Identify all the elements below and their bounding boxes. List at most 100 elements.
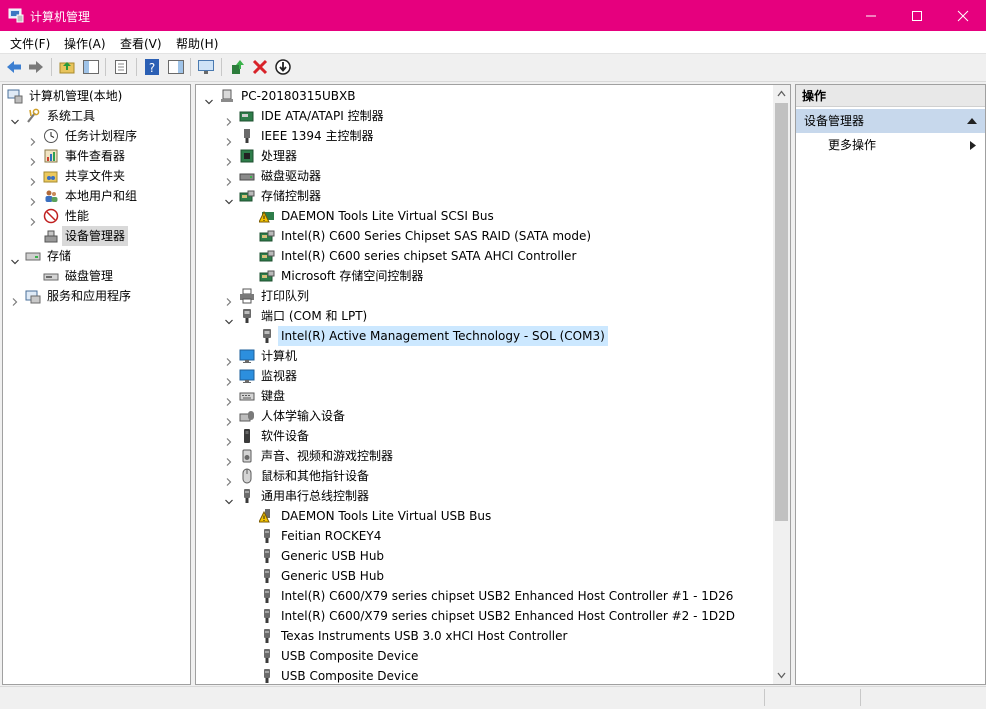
close-button[interactable]	[940, 0, 986, 31]
device-tree-item[interactable]: 处理器	[196, 146, 773, 166]
device-tree-item[interactable]: DAEMON Tools Lite Virtual USB Bus	[196, 506, 773, 526]
device-tree-item-label: 处理器	[261, 149, 298, 163]
device-tree-item-label: 声音、视频和游戏控制器	[261, 449, 394, 463]
collapsed-chevron-icon[interactable]	[225, 292, 233, 306]
device-tree-item[interactable]: 监视器	[196, 366, 773, 386]
device-tree-item[interactable]: 打印队列	[196, 286, 773, 306]
collapsed-chevron-icon[interactable]	[225, 392, 233, 406]
device-tree-item[interactable]: Intel(R) C600 Series Chipset SAS RAID (S…	[196, 226, 773, 246]
console-tree-item[interactable]: 计算机管理(本地)	[3, 86, 190, 106]
menu-view[interactable]: 查看(V)	[120, 35, 162, 52]
console-tree-item[interactable]: 服务和应用程序	[3, 286, 190, 306]
device-tree-item[interactable]: 存储控制器	[196, 186, 773, 206]
device-tree-item[interactable]: Generic USB Hub	[196, 566, 773, 586]
minimize-button[interactable]	[848, 0, 894, 31]
collapsed-chevron-icon[interactable]	[29, 132, 37, 146]
vertical-scrollbar[interactable]	[773, 85, 790, 684]
device-tree-item[interactable]: 磁盘驱动器	[196, 166, 773, 186]
menu-file[interactable]: 文件(F)	[10, 35, 50, 52]
ide-controller-icon	[239, 108, 255, 124]
device-tree-item[interactable]: Texas Instruments USB 3.0 xHCI Host Cont…	[196, 626, 773, 646]
expanded-chevron-icon[interactable]	[205, 92, 213, 105]
collapsed-chevron-icon[interactable]	[225, 412, 233, 426]
device-tree-item[interactable]: 人体学输入设备	[196, 406, 773, 426]
device-tree-item[interactable]: 计算机	[196, 346, 773, 366]
scroll-down-icon[interactable]	[777, 671, 786, 680]
disk-management-icon	[43, 268, 59, 284]
collapsed-chevron-icon[interactable]	[225, 152, 233, 166]
console-tree-item[interactable]: 存储	[3, 246, 190, 266]
console-tree-item[interactable]: 共享文件夹	[3, 166, 190, 186]
show-hide-tree-icon[interactable]	[82, 58, 100, 76]
up-folder-icon[interactable]	[58, 58, 76, 76]
collapsed-chevron-icon[interactable]	[29, 152, 37, 166]
forward-icon[interactable]	[27, 58, 45, 76]
expanded-chevron-icon[interactable]	[225, 492, 233, 505]
collapsed-chevron-icon[interactable]	[29, 212, 37, 226]
update-driver-icon[interactable]	[228, 58, 246, 76]
device-tree-item[interactable]: USB Composite Device	[196, 646, 773, 666]
collapsed-chevron-icon[interactable]	[225, 172, 233, 186]
collapsed-chevron-icon[interactable]	[225, 432, 233, 446]
console-tree-item[interactable]: 事件查看器	[3, 146, 190, 166]
device-tree-item[interactable]: 软件设备	[196, 426, 773, 446]
uninstall-device-icon[interactable]	[251, 58, 269, 76]
collapsed-chevron-icon[interactable]	[225, 372, 233, 386]
device-tree-item[interactable]: IDE ATA/ATAPI 控制器	[196, 106, 773, 126]
console-tree-item[interactable]: 性能	[3, 206, 190, 226]
device-tree-item[interactable]: PC-20180315UBXB	[196, 86, 773, 106]
collapse-up-icon[interactable]	[967, 117, 977, 125]
expanded-chevron-icon[interactable]	[225, 312, 233, 325]
show-action-pane-icon[interactable]	[167, 58, 185, 76]
menu-help[interactable]: 帮助(H)	[176, 35, 218, 52]
collapsed-chevron-icon[interactable]	[29, 192, 37, 206]
device-tree-item[interactable]: 键盘	[196, 386, 773, 406]
expanded-chevron-icon[interactable]	[11, 112, 19, 125]
device-tree-item[interactable]: Microsoft 存储空间控制器	[196, 266, 773, 286]
scrollbar-thumb[interactable]	[775, 103, 788, 521]
device-tree-item[interactable]: Intel(R) Active Management Technology - …	[196, 326, 773, 346]
device-tree-item[interactable]: Generic USB Hub	[196, 546, 773, 566]
device-tree-item[interactable]: Feitian ROCKEY4	[196, 526, 773, 546]
device-tree-item[interactable]: 鼠标和其他指针设备	[196, 466, 773, 486]
device-tree-item[interactable]: Intel(R) C600/X79 series chipset USB2 En…	[196, 586, 773, 606]
disable-device-icon[interactable]	[274, 58, 292, 76]
device-tree-item[interactable]: 端口 (COM 和 LPT)	[196, 306, 773, 326]
title-bar: 计算机管理	[0, 0, 986, 31]
submenu-arrow-icon	[970, 141, 976, 150]
maximize-button[interactable]	[894, 0, 940, 31]
device-tree-item[interactable]: DAEMON Tools Lite Virtual SCSI Bus	[196, 206, 773, 226]
expanded-chevron-icon[interactable]	[225, 192, 233, 205]
toolbar: ?	[0, 54, 986, 82]
device-tree-item[interactable]: Intel(R) C600 series chipset SATA AHCI C…	[196, 246, 773, 266]
device-tree-item[interactable]: IEEE 1394 主控制器	[196, 126, 773, 146]
actions-pane: 操作 设备管理器 更多操作	[795, 84, 986, 685]
console-tree-item[interactable]: 任务计划程序	[3, 126, 190, 146]
collapsed-chevron-icon[interactable]	[225, 132, 233, 146]
device-tree-item[interactable]: 声音、视频和游戏控制器	[196, 446, 773, 466]
device-tree-item[interactable]: 通用串行总线控制器	[196, 486, 773, 506]
device-tree-item[interactable]: USB Composite Device	[196, 666, 773, 684]
more-actions-item[interactable]: 更多操作	[828, 135, 876, 155]
console-tree-item[interactable]: 磁盘管理	[3, 266, 190, 286]
menu-action[interactable]: 操作(A)	[64, 35, 106, 52]
device-tree-item[interactable]: Intel(R) C600/X79 series chipset USB2 En…	[196, 606, 773, 626]
help-icon[interactable]: ?	[143, 58, 161, 76]
actions-group-device-manager[interactable]: 设备管理器	[796, 109, 985, 133]
svg-text:?: ?	[149, 61, 155, 75]
collapsed-chevron-icon[interactable]	[225, 352, 233, 366]
collapsed-chevron-icon[interactable]	[225, 112, 233, 126]
collapsed-chevron-icon[interactable]	[29, 172, 37, 186]
expanded-chevron-icon[interactable]	[11, 252, 19, 265]
collapsed-chevron-icon[interactable]	[11, 292, 19, 306]
back-icon[interactable]	[5, 58, 23, 76]
properties-icon[interactable]	[112, 58, 130, 76]
software-device-icon	[239, 428, 255, 444]
scan-hardware-icon[interactable]	[197, 58, 215, 76]
scroll-up-icon[interactable]	[777, 89, 786, 98]
collapsed-chevron-icon[interactable]	[225, 452, 233, 466]
console-tree-item[interactable]: 系统工具	[3, 106, 190, 126]
collapsed-chevron-icon[interactable]	[225, 472, 233, 486]
console-tree-item[interactable]: 设备管理器	[3, 226, 190, 246]
console-tree-item[interactable]: 本地用户和组	[3, 186, 190, 206]
